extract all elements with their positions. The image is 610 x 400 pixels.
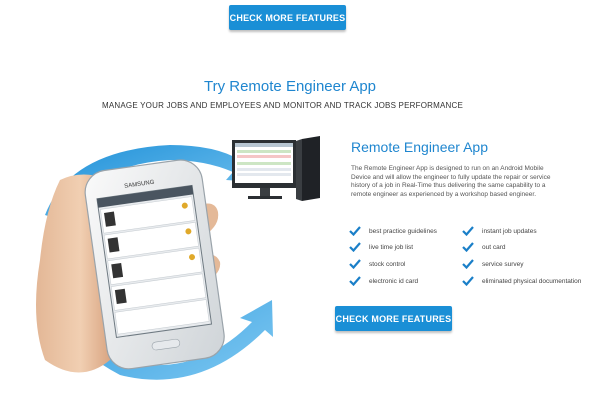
check-icon (462, 259, 474, 269)
feature-item: stock control (349, 259, 406, 269)
check-icon (349, 259, 361, 269)
feature-label: instant job updates (482, 227, 537, 235)
feature-label: out card (482, 243, 506, 251)
check-more-features-button-top[interactable]: CHECK MORE FEATURES (229, 5, 346, 30)
check-icon (349, 226, 361, 236)
feature-item: live time job list (349, 242, 413, 252)
feature-label: eliminated physical documentation (482, 277, 582, 285)
check-icon (462, 242, 474, 252)
app-illustration: SAMSUNG (36, 136, 320, 380)
feature-label: live time job list (369, 243, 414, 251)
feature-item: service survey (462, 259, 524, 269)
app-title: Remote Engineer App (351, 139, 488, 155)
feature-label: best practice guidelines (369, 227, 437, 235)
check-more-features-button-bottom[interactable]: CHECK MORE FEATURES (335, 306, 452, 331)
check-icon (462, 226, 474, 236)
check-icon (462, 276, 474, 286)
feature-item: out card (462, 242, 506, 252)
section-title: Try Remote Engineer App (203, 78, 377, 95)
section-subtitle: MANAGE YOUR JOBS AND EMPLOYEES AND MONIT… (102, 101, 463, 110)
check-icon (349, 242, 361, 252)
feature-item: electronic id card (349, 276, 418, 286)
feature-label: electronic id card (369, 277, 419, 285)
feature-label: stock control (369, 260, 406, 268)
feature-label: service survey (482, 260, 524, 268)
app-description: The Remote Engineer App is designed to r… (351, 165, 551, 198)
computer-monitor-image (232, 136, 320, 201)
feature-item: best practice guidelines (349, 226, 437, 236)
feature-item: eliminated physical documentation (462, 276, 581, 286)
feature-item: instant job updates (462, 226, 537, 236)
check-icon (349, 276, 361, 286)
